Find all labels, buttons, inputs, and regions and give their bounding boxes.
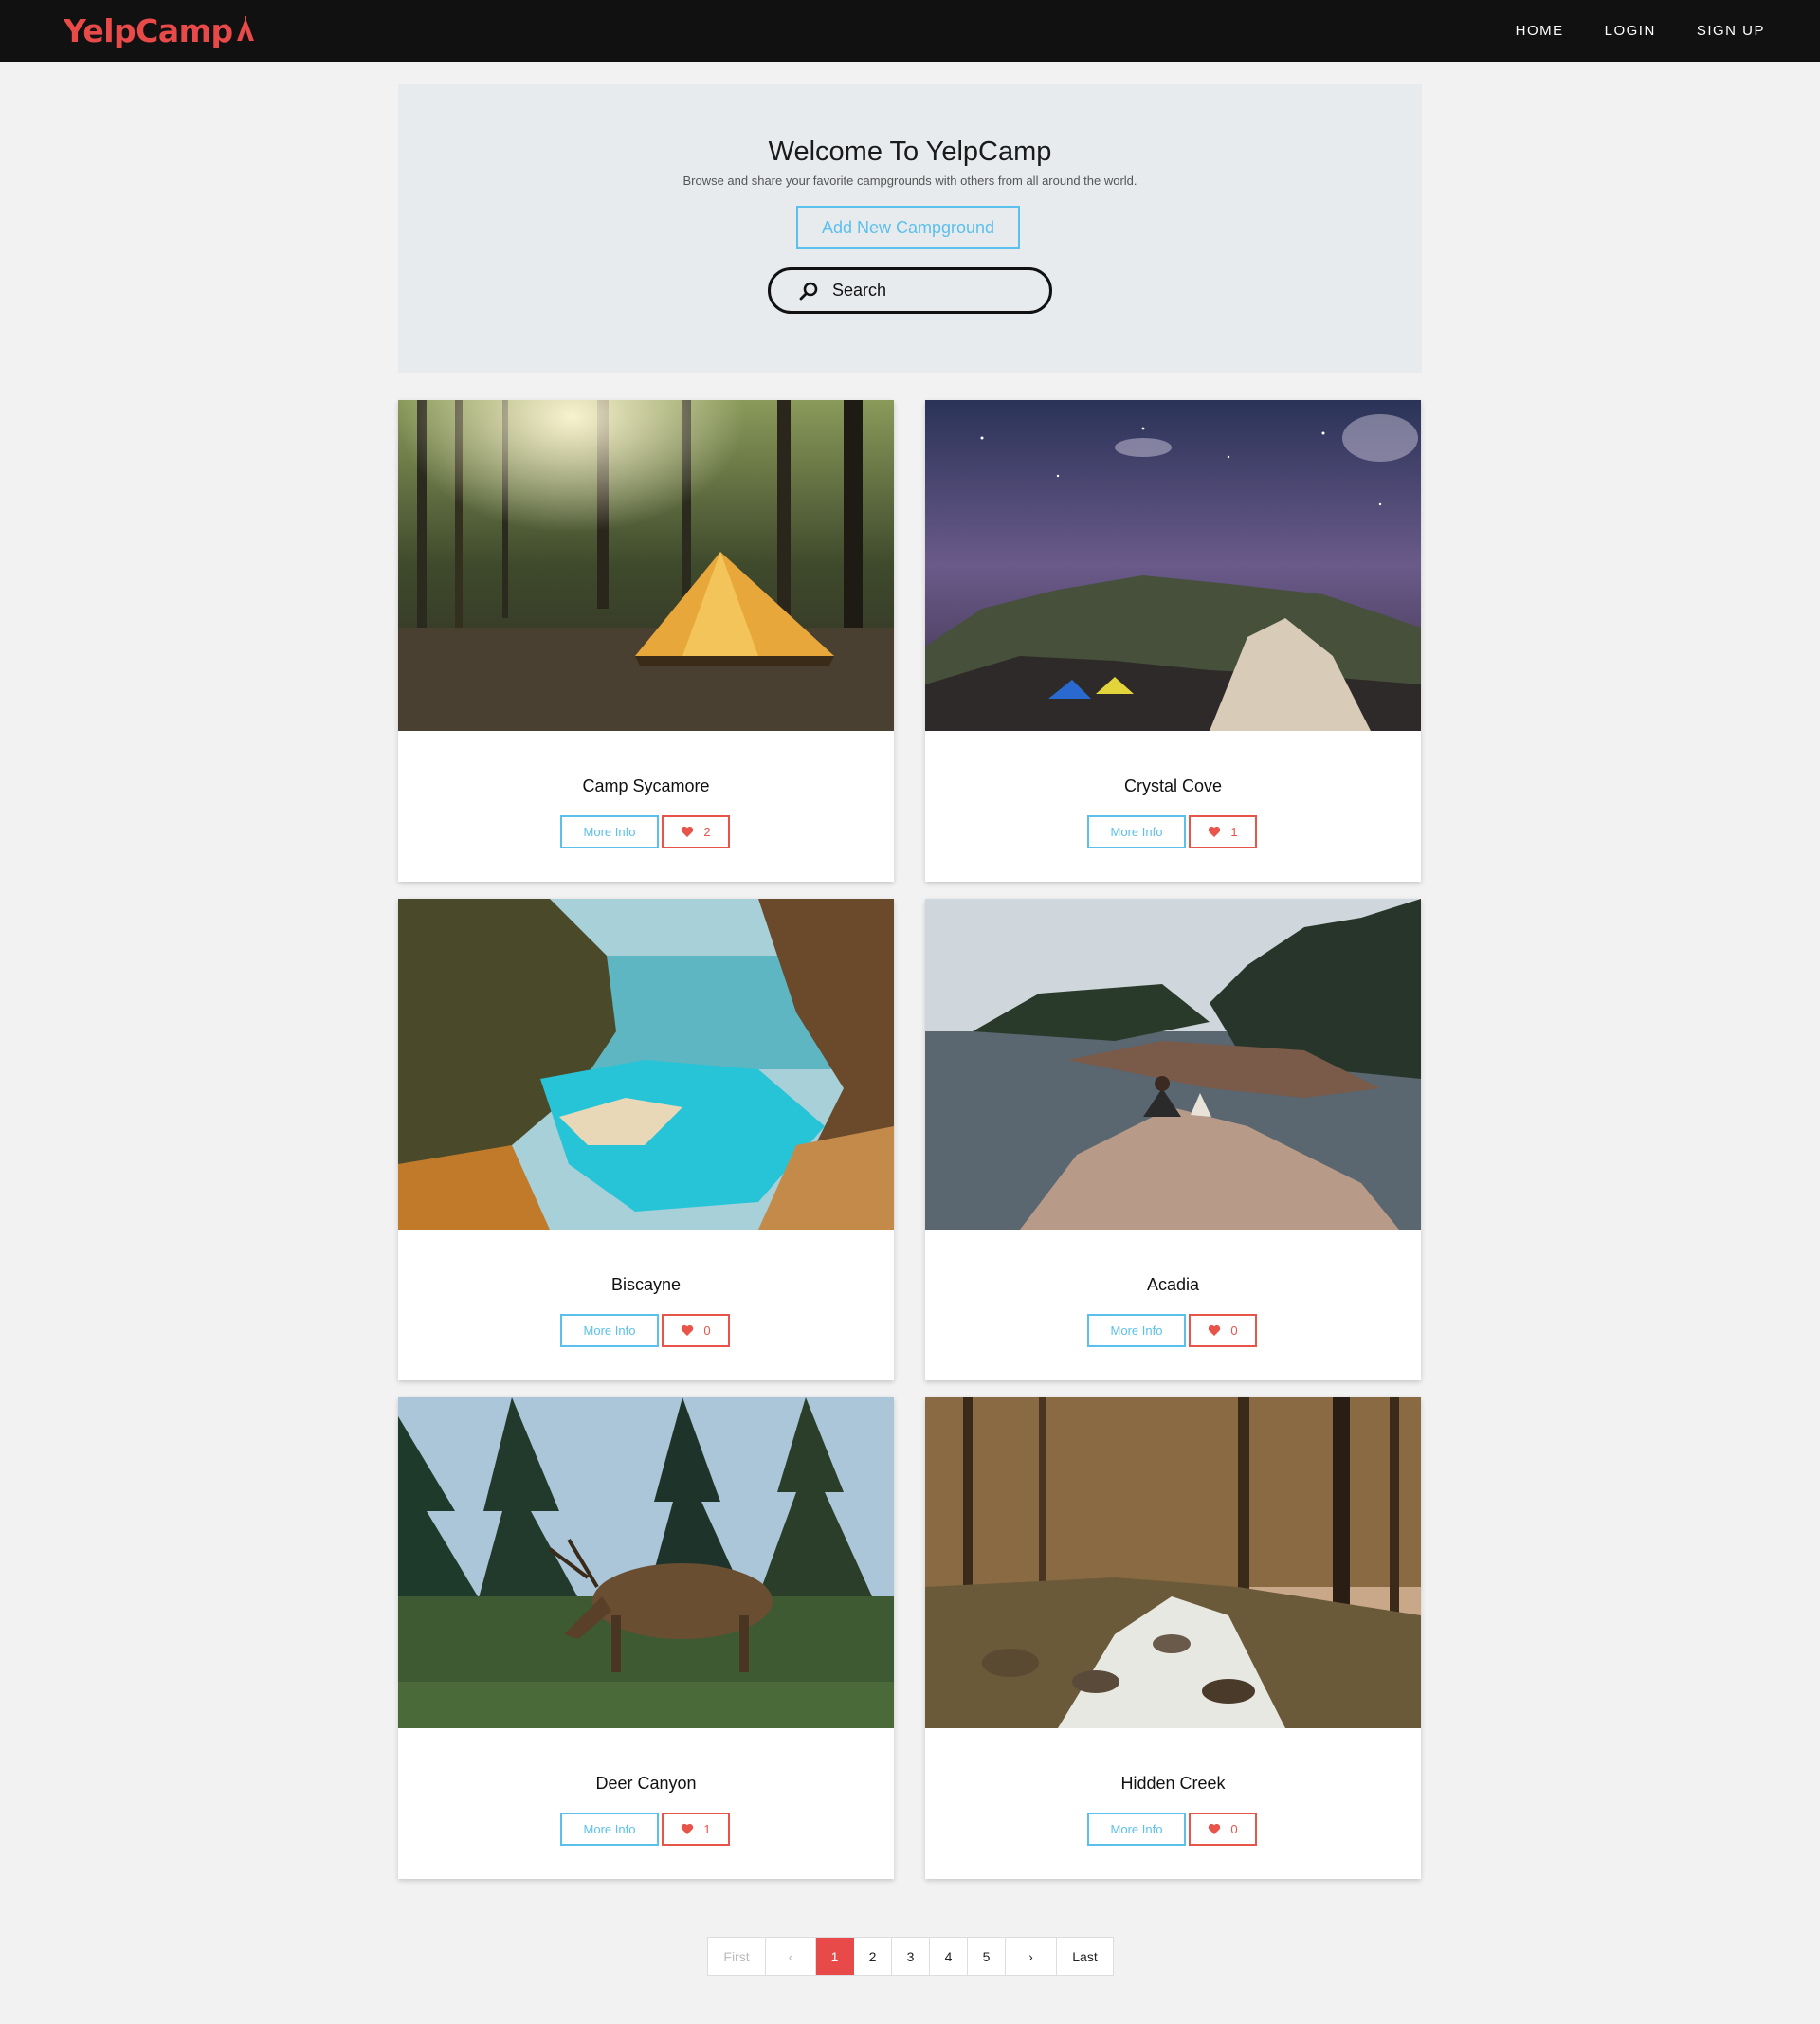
- pagination: First ‹ 1 2 3 4 5 › Last: [707, 1937, 1114, 1976]
- page-2[interactable]: 2: [854, 1938, 892, 1975]
- campground-card: Hidden Creek More Info 0: [925, 1397, 1421, 1879]
- page-1[interactable]: 1: [816, 1938, 854, 1975]
- page-first[interactable]: First: [708, 1938, 766, 1975]
- like-count: 0: [1230, 1822, 1238, 1836]
- tent-icon: [236, 16, 254, 41]
- like-button[interactable]: 0: [662, 1314, 730, 1347]
- heart-icon: [682, 1823, 694, 1834]
- brand-name: YelpCamp: [64, 11, 233, 49]
- campground-name: Deer Canyon: [595, 1774, 697, 1793]
- campground-name: Biscayne: [610, 1275, 682, 1294]
- campground-name: Crystal Cove: [1123, 776, 1223, 795]
- nav-login[interactable]: LOGIN: [1605, 23, 1656, 39]
- campground-name: Camp Sycamore: [582, 776, 710, 795]
- campground-card: Crystal Cove More Info 1: [925, 400, 1421, 882]
- page-4[interactable]: 4: [930, 1938, 968, 1975]
- campground-card: Deer Canyon More Info 1: [398, 1397, 894, 1879]
- campground-name: Acadia: [1146, 1275, 1200, 1294]
- like-button[interactable]: 2: [662, 815, 730, 848]
- jumbotron: Welcome To YelpCamp Browse and share you…: [398, 84, 1422, 373]
- campground-image: [925, 400, 1421, 731]
- heart-icon: [1209, 1823, 1221, 1834]
- more-info-button[interactable]: More Info: [560, 815, 659, 848]
- campground-image: [925, 1397, 1421, 1728]
- brand-logo[interactable]: YelpCamp: [64, 11, 256, 49]
- campground-card: Camp Sycamore More Info 2: [398, 400, 894, 882]
- page-next[interactable]: ›: [1006, 1938, 1057, 1975]
- nav-links: HOME LOGIN SIGN UP: [1475, 0, 1765, 62]
- like-count: 1: [1230, 825, 1238, 839]
- campground-image: [398, 899, 894, 1230]
- like-count: 0: [1230, 1323, 1238, 1338]
- campground-card: Biscayne More Info 0: [398, 899, 894, 1380]
- more-info-button[interactable]: More Info: [1087, 1314, 1186, 1347]
- like-count: 0: [703, 1323, 711, 1338]
- page-prev[interactable]: ‹: [766, 1938, 816, 1975]
- more-info-button[interactable]: More Info: [1087, 815, 1186, 848]
- like-button[interactable]: 1: [1189, 815, 1257, 848]
- like-count: 1: [703, 1822, 711, 1836]
- page-3[interactable]: 3: [892, 1938, 930, 1975]
- more-info-button[interactable]: More Info: [1087, 1813, 1186, 1846]
- heart-icon: [682, 1324, 694, 1336]
- heart-icon: [682, 826, 694, 837]
- navbar: YelpCamp HOME LOGIN SIGN UP: [0, 0, 1820, 62]
- heart-icon: [1209, 1324, 1221, 1336]
- campground-card: Acadia More Info 0: [925, 899, 1421, 1380]
- like-count: 2: [703, 825, 711, 839]
- add-campground-button[interactable]: Add New Campground: [796, 206, 1020, 249]
- page-5[interactable]: 5: [968, 1938, 1006, 1975]
- page-title: Welcome To YelpCamp: [768, 137, 1052, 167]
- more-info-button[interactable]: More Info: [560, 1813, 659, 1846]
- campground-image: [398, 400, 894, 731]
- like-button[interactable]: 0: [1189, 1314, 1257, 1347]
- search-icon: [798, 281, 819, 301]
- like-button[interactable]: 0: [1189, 1813, 1257, 1846]
- campground-image: [398, 1397, 894, 1728]
- search-input[interactable]: [830, 280, 1024, 301]
- page-last[interactable]: Last: [1057, 1938, 1113, 1975]
- page-subtitle: Browse and share your favorite campgroun…: [682, 173, 1138, 188]
- more-info-button[interactable]: More Info: [560, 1314, 659, 1347]
- like-button[interactable]: 1: [662, 1813, 730, 1846]
- nav-signup[interactable]: SIGN UP: [1697, 23, 1765, 39]
- heart-icon: [1209, 826, 1221, 837]
- search-box[interactable]: [768, 267, 1052, 314]
- campground-name: Hidden Creek: [1120, 1774, 1226, 1793]
- nav-home[interactable]: HOME: [1516, 23, 1564, 39]
- campground-image: [925, 899, 1421, 1230]
